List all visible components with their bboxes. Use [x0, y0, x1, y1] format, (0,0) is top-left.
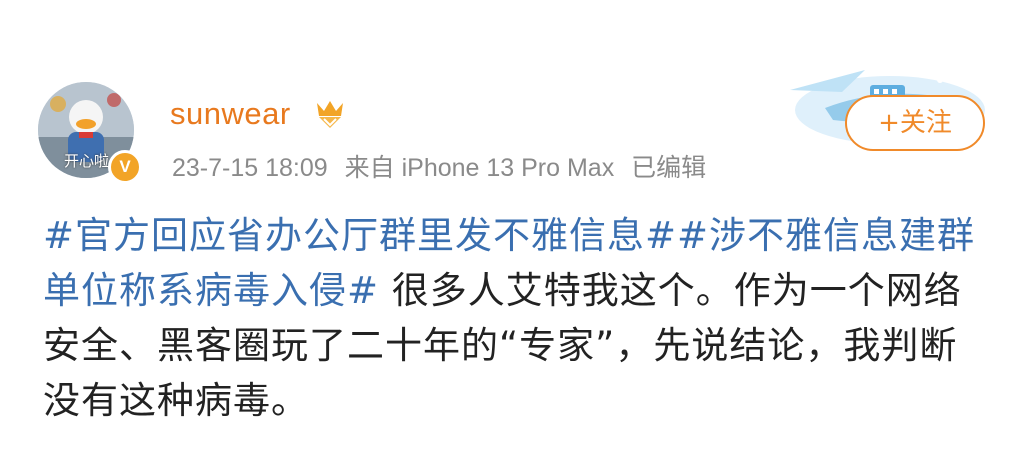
- post-time: 23-7-15 18:09: [172, 154, 328, 182]
- edited-label[interactable]: 已编辑: [631, 154, 706, 182]
- post-source: 来自 iPhone 13 Pro Max: [344, 154, 615, 182]
- verified-icon: V: [108, 150, 142, 184]
- post-body: #官方回应省办公厅群里发不雅信息##涉不雅信息建群单位称系病毒入侵# 很多人艾特…: [43, 208, 983, 428]
- avatar-caption: 开心啦: [64, 152, 110, 170]
- vip-badge-icon[interactable]: [313, 98, 347, 130]
- username[interactable]: sunwear: [170, 96, 291, 132]
- hashtag-link[interactable]: #官方回应省办公厅群里发不雅信息#: [43, 214, 677, 257]
- post-meta: 23-7-15 18:09 来自 iPhone 13 Pro Max 已编辑: [172, 148, 716, 184]
- follow-button[interactable]: +关注: [845, 95, 985, 151]
